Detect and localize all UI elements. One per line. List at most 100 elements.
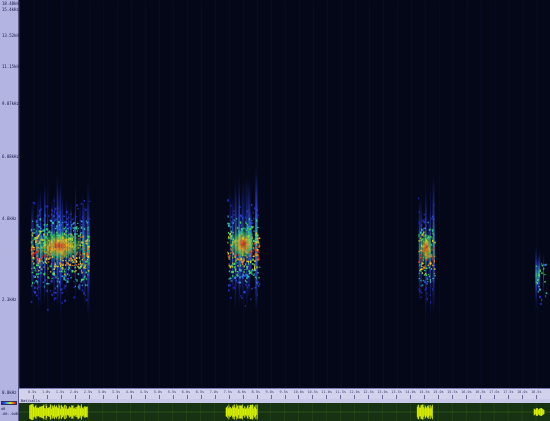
spectral-point xyxy=(426,283,429,285)
spectral-point xyxy=(58,220,60,224)
spectral-point xyxy=(227,199,229,202)
spectral-point xyxy=(433,234,435,236)
spectral-point xyxy=(78,263,80,266)
spectral-point xyxy=(229,265,232,269)
spectral-point xyxy=(36,224,39,227)
time-label: 15.5s xyxy=(447,390,458,394)
spectral-point xyxy=(39,214,41,216)
spectral-point xyxy=(64,268,66,271)
spectral-point xyxy=(256,232,258,235)
spectrogram-view[interactable] xyxy=(19,1,550,388)
spectral-point xyxy=(75,270,77,272)
spectral-point xyxy=(47,267,49,270)
spectral-point xyxy=(48,215,50,218)
spectral-point xyxy=(243,270,245,274)
spectral-point xyxy=(61,275,64,277)
spectral-point xyxy=(418,288,421,290)
spectral-point xyxy=(250,298,252,301)
spectral-point xyxy=(255,281,257,283)
spectral-point xyxy=(250,221,252,224)
spectral-point xyxy=(233,219,235,222)
spectral-point xyxy=(235,277,237,279)
spectral-point xyxy=(44,261,47,263)
spectral-point xyxy=(86,259,88,261)
spectral-point xyxy=(87,238,90,240)
spectral-point xyxy=(39,208,42,211)
spectral-point xyxy=(40,268,43,270)
spectral-point xyxy=(73,271,76,273)
spectral-point xyxy=(76,228,78,230)
time-label: 13.0s xyxy=(377,390,388,394)
spectrogram-grid xyxy=(33,1,538,388)
spectral-point xyxy=(242,264,244,266)
spectral-point xyxy=(69,227,72,230)
spectral-point xyxy=(78,257,80,259)
spectral-point xyxy=(56,207,59,209)
spectral-point xyxy=(87,226,89,229)
spectral-point xyxy=(49,290,52,292)
spectral-point xyxy=(32,232,34,234)
spectral-point xyxy=(69,214,71,216)
spectral-point xyxy=(60,288,63,291)
spectral-point xyxy=(256,216,259,219)
spectral-point xyxy=(36,281,39,284)
spectral-point xyxy=(257,272,259,274)
spectral-point xyxy=(33,257,35,260)
time-label: 14.0s xyxy=(405,390,416,394)
call-core xyxy=(228,227,258,261)
waveform-view[interactable] xyxy=(19,403,550,421)
spectral-point xyxy=(66,278,69,280)
spectral-point xyxy=(434,241,437,244)
spectral-point xyxy=(257,284,259,286)
spectral-point xyxy=(72,227,75,229)
spectral-point xyxy=(83,227,86,231)
spectral-point xyxy=(80,226,83,229)
spectral-point xyxy=(57,214,60,216)
spectral-point xyxy=(418,278,421,280)
spectral-point xyxy=(246,273,248,277)
spectral-point xyxy=(428,266,430,269)
spectral-point xyxy=(81,216,83,219)
spectral-point xyxy=(57,277,59,280)
spectral-point xyxy=(424,218,427,221)
spectral-point xyxy=(544,273,546,276)
spectral-point xyxy=(69,226,71,228)
spectral-point xyxy=(432,215,434,218)
spectral-point xyxy=(230,230,232,233)
spectral-point xyxy=(82,235,85,238)
spectral-point xyxy=(37,263,40,265)
spectral-point xyxy=(88,269,90,273)
spectral-point xyxy=(426,276,428,279)
spectral-point xyxy=(253,263,255,266)
spectral-point xyxy=(30,228,33,232)
spectral-point xyxy=(32,240,34,241)
spectral-point xyxy=(255,210,258,213)
color-scale-swatch[interactable] xyxy=(1,401,17,405)
spectral-point xyxy=(61,292,64,294)
spectral-point xyxy=(54,287,56,290)
spectral-point xyxy=(66,280,69,283)
spectral-point xyxy=(538,286,540,288)
spectral-point xyxy=(431,267,433,270)
spectral-point xyxy=(255,205,258,207)
spectral-point xyxy=(79,260,81,263)
spectral-point xyxy=(258,246,260,248)
spectral-point xyxy=(77,208,79,210)
spectral-point xyxy=(46,223,48,226)
spectral-point xyxy=(432,277,435,280)
spectral-point xyxy=(66,263,68,266)
spectral-point xyxy=(258,257,260,260)
frequency-ruler: 18.48kHz 15.4kHz 13.52kHz 11.15kHz 9.07k… xyxy=(0,0,21,399)
spectral-point xyxy=(63,271,65,273)
freq-label: 4.6kHz xyxy=(2,216,17,221)
spectral-point xyxy=(31,281,33,285)
spectral-point xyxy=(427,221,429,224)
spectral-point xyxy=(30,248,33,252)
spectral-point xyxy=(68,274,70,276)
spectral-point xyxy=(86,284,88,287)
spectral-point xyxy=(47,283,50,285)
spectral-point xyxy=(31,285,33,287)
spectral-point xyxy=(420,279,422,282)
spectral-point xyxy=(49,265,52,268)
spectral-point xyxy=(85,271,87,274)
